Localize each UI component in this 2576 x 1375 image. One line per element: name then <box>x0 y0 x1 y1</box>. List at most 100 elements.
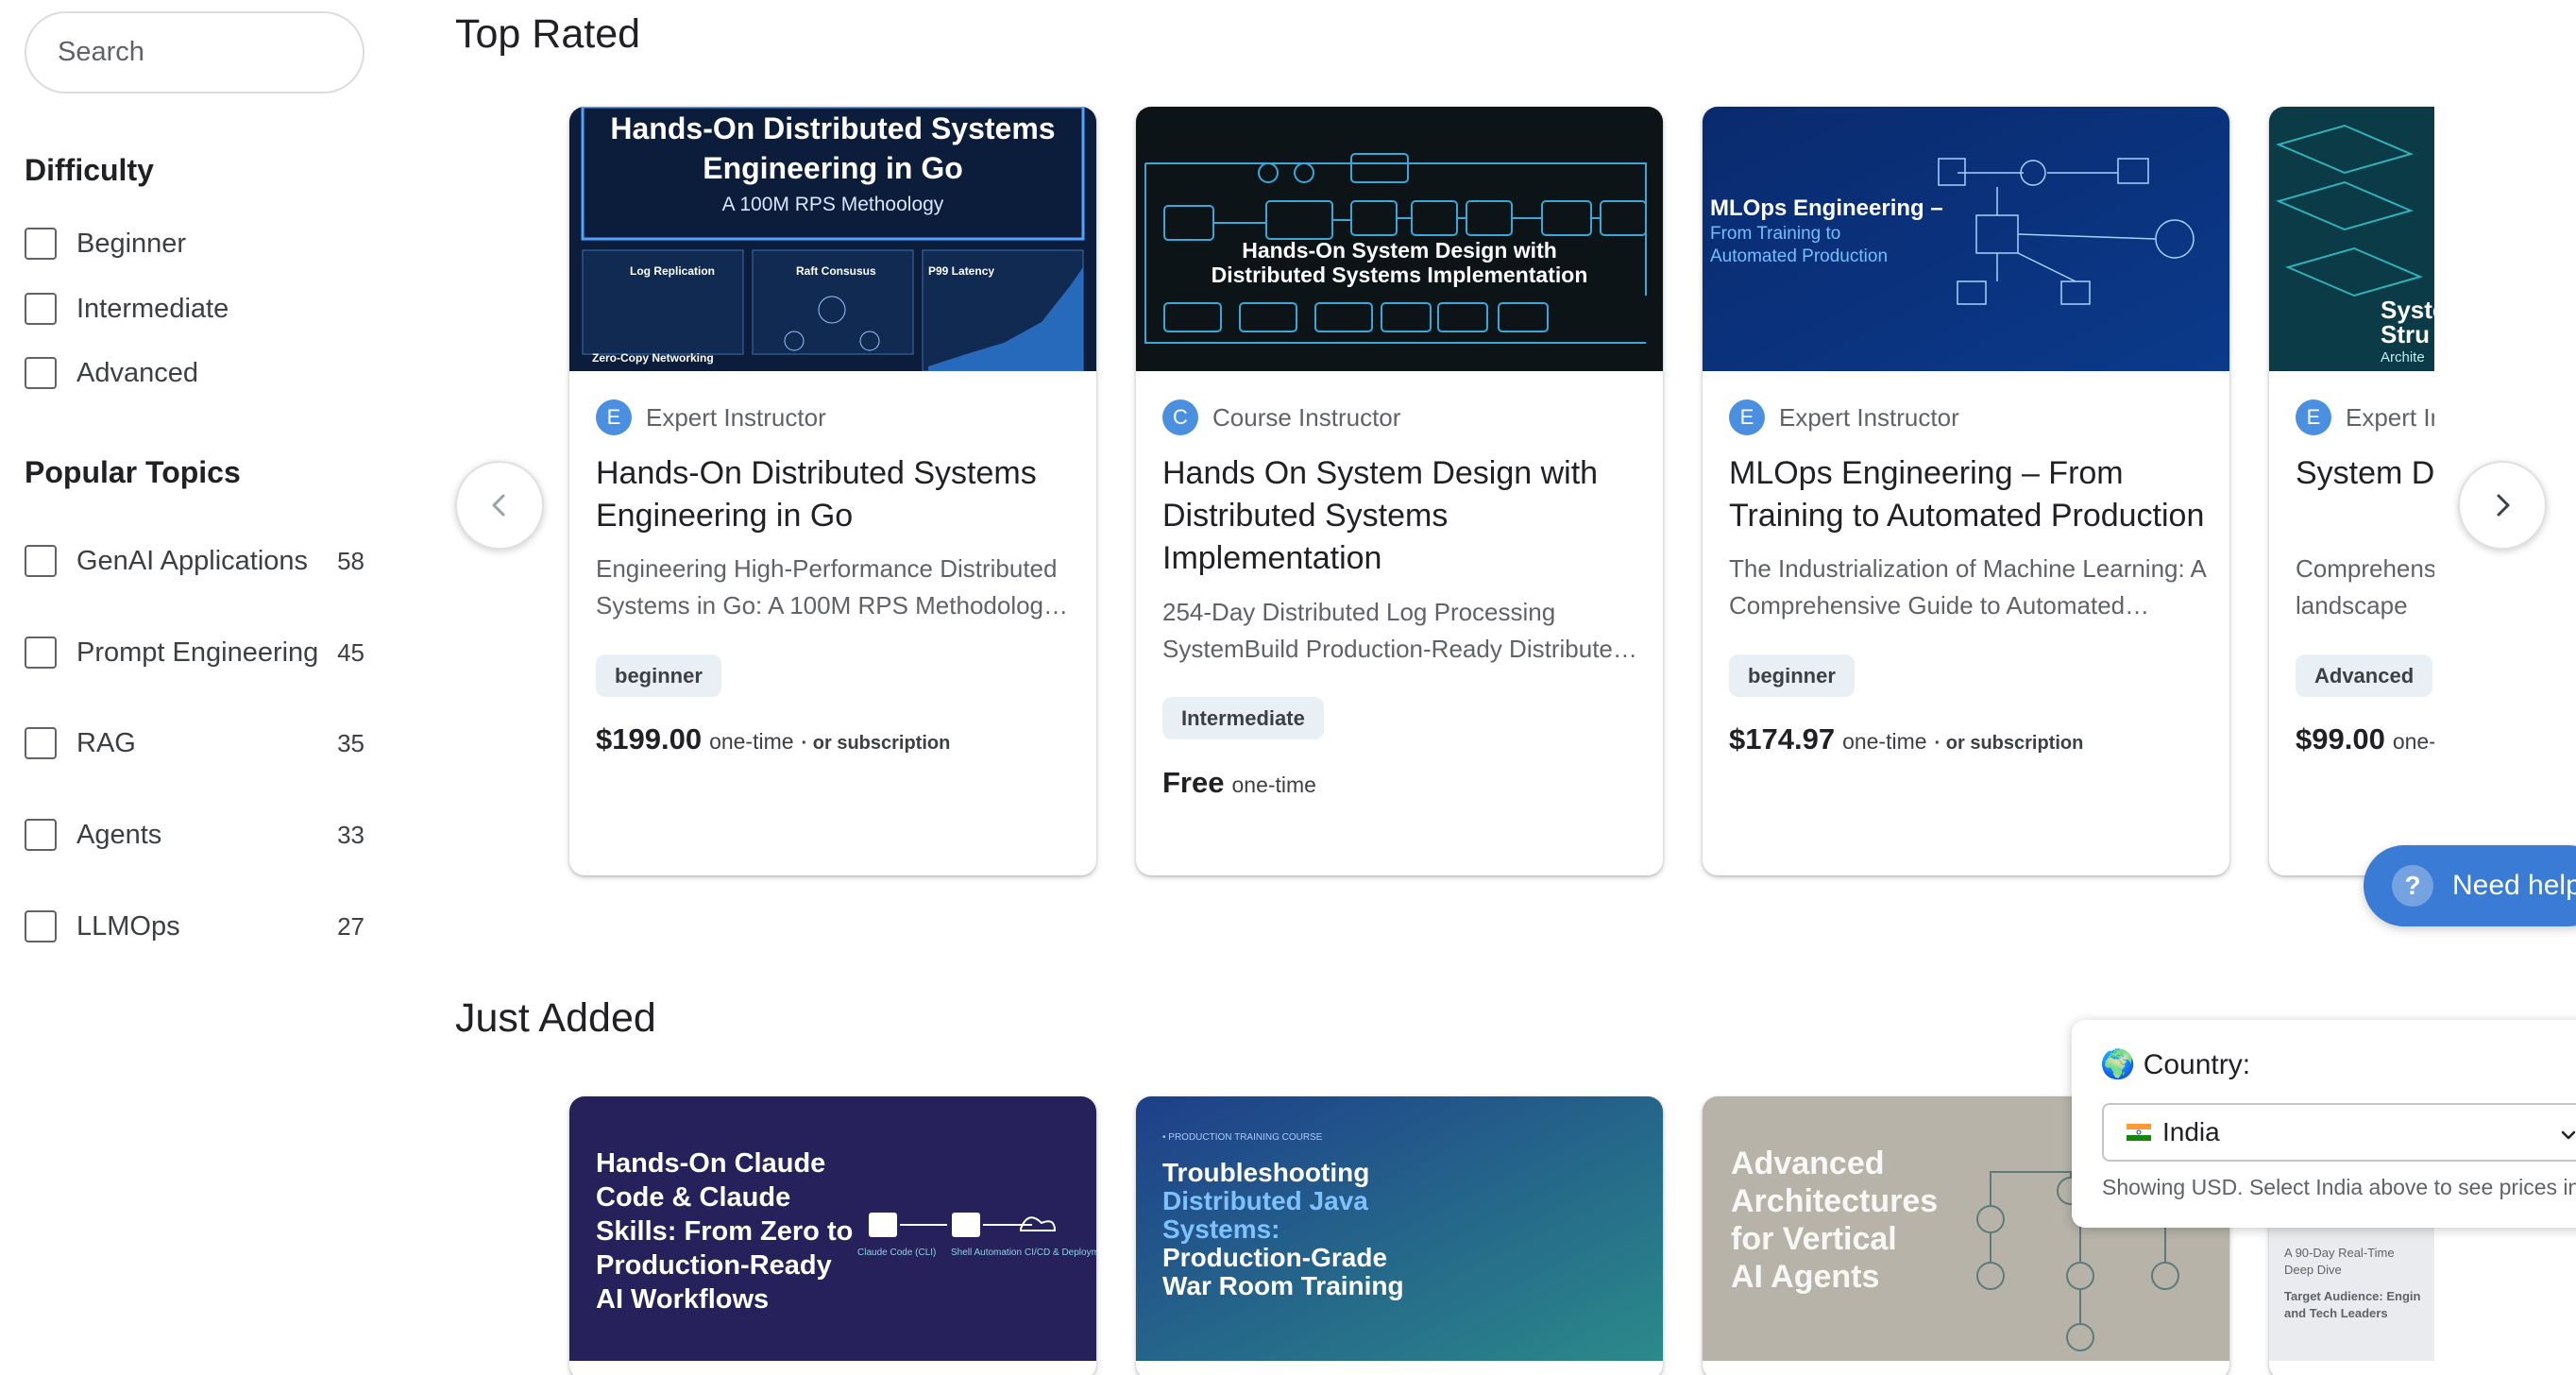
thumb-line-5: AI Workflows <box>596 1284 769 1315</box>
level-badge: beginner <box>596 654 721 697</box>
course-card[interactable]: Hands-On Claude Code & Claude Skills: Fr… <box>569 1096 1096 1375</box>
topic-label: RAG <box>76 727 136 758</box>
checkbox[interactable] <box>25 910 57 942</box>
avatar: C <box>1162 399 1198 435</box>
thumb-panel-2: Raft Consusus <box>796 264 876 278</box>
instructor-name: Expert Instructor <box>646 402 826 432</box>
instructor-name: Expert Instructor <box>2346 402 2434 432</box>
filter-intermediate[interactable]: Intermediate <box>25 290 364 328</box>
level-badge: beginner <box>1729 654 1855 697</box>
selected-country: India <box>2162 1117 2220 1146</box>
instructor: C Course Instructor <box>1162 399 1400 435</box>
checkbox[interactable] <box>25 637 57 669</box>
topic-label: GenAI Applications <box>76 545 309 576</box>
thumb-footer: Zero-Copy Networking <box>592 351 714 365</box>
thumb-step-3: CI/CD & Deployment <box>1025 1248 1096 1258</box>
thumb-line-2: Code & Claude <box>596 1182 790 1213</box>
country-label: 🌍 Country: <box>2100 1049 2251 1080</box>
course-thumbnail: Hands-On Claude Code & Claude Skills: Fr… <box>569 1096 1096 1361</box>
price: $99.00 <box>2296 722 2385 755</box>
checkbox[interactable] <box>25 727 57 759</box>
chevron-down-icon <box>2561 1130 2576 1140</box>
thumb-title-1: Hands-On Distributed Systems <box>610 111 1055 145</box>
topic-agents[interactable]: Agents 33 <box>25 816 364 854</box>
course-thumbnail: Hands-On Distributed Systems Engineering… <box>569 107 1096 371</box>
course-card[interactable]: Hands-On System Design with Distributed … <box>1136 107 1663 875</box>
course-description: Comprehensive guide to the Competitive l… <box>2296 554 2434 620</box>
topic-label: LLMOps <box>76 910 180 942</box>
topic-genai-applications[interactable]: GenAI Applications 58 <box>25 542 364 580</box>
thumb-line-2: Distributed Java <box>1162 1186 1368 1215</box>
thumb-line-2: Deep Dive <box>2284 1263 2342 1277</box>
thumb-line-1: Advanced <box>1731 1146 1885 1181</box>
checkbox[interactable] <box>25 357 57 389</box>
thumb-title-1: MLOps Engineering – <box>1710 195 1943 221</box>
topic-count: 58 <box>337 546 364 575</box>
course-description: Engineering High-Performance Distributed… <box>596 554 1058 620</box>
top-rated-carousel: Hands-On Distributed Systems Engineering… <box>565 104 2453 888</box>
course-title[interactable]: System Design & Data Structures <box>2296 452 2434 495</box>
thumb-line-4: AI Agents <box>1731 1259 1879 1295</box>
topic-count: 27 <box>337 911 364 941</box>
course-card[interactable]: Syste Stru Archite E Expert Instructor S… <box>2269 107 2434 875</box>
thumb-line-3: for Vertical <box>1731 1221 1897 1257</box>
thumb-line-3: Systems: <box>1162 1214 1280 1244</box>
filter-beginner[interactable]: Beginner <box>25 225 364 263</box>
country-select[interactable]: India <box>2102 1103 2576 1162</box>
course-card[interactable]: MLOps Engineering – From Training to Aut… <box>1703 107 2229 875</box>
course-card[interactable]: • PRODUCTION TRAINING COURSE Troubleshoo… <box>1136 1096 1663 1375</box>
instructor-name: Expert Instructor <box>1779 402 1959 432</box>
checkbox[interactable] <box>25 228 57 260</box>
need-help-button[interactable]: ? Need help? <box>2364 845 2576 926</box>
price-type: one-time <box>1231 772 1316 797</box>
topic-count: 45 <box>337 637 364 667</box>
thumb-title-1: Hands-On System Design with <box>1242 238 1557 263</box>
topic-rag[interactable]: RAG 35 <box>25 724 364 762</box>
topic-llmops[interactable]: LLMOps 27 <box>25 908 364 945</box>
course-title[interactable]: Hands-On Distributed Systems Engineering… <box>596 452 1077 537</box>
price-row: Free one-time <box>1162 766 1316 800</box>
avatar: E <box>2296 399 2331 435</box>
topic-label: Prompt Engineering <box>76 637 319 668</box>
checkbox[interactable] <box>25 293 57 325</box>
thumb-title-2: Engineering in Go <box>703 151 963 185</box>
filter-label: Intermediate <box>76 293 229 324</box>
thumb-line-4: and Tech Leaders <box>2284 1306 2388 1320</box>
thumb-line-1: A 90-Day Real-Time <box>2284 1246 2395 1260</box>
topic-prompt-engineering[interactable]: Prompt Engineering 45 <box>25 634 364 671</box>
course-card[interactable]: Hands-On Distributed Systems Engineering… <box>569 107 1096 875</box>
thumb-line-4: Production-Ready <box>596 1250 832 1281</box>
filter-advanced[interactable]: Advanced <box>25 354 364 392</box>
carousel-next-button[interactable] <box>2458 461 2547 550</box>
price-subscription: · or subscription <box>801 733 951 754</box>
search-input[interactable] <box>25 11 364 93</box>
chevron-right-icon <box>2497 494 2510 517</box>
thumb-title-2: Distributed Systems Implementation <box>1212 263 1588 287</box>
topic-count: 33 <box>337 820 364 849</box>
carousel-prev-button[interactable] <box>455 461 544 550</box>
thumb-title-3: Archite <box>2381 349 2425 365</box>
currency-note: Showing USD. Select India above to see p… <box>2102 1175 2576 1199</box>
instructor: E Expert Instructor <box>596 399 826 435</box>
question-icon: ? <box>2392 865 2433 907</box>
price-row: $99.00 one-time <box>2296 722 2434 756</box>
thumb-line-3: Skills: From Zero to <box>596 1216 853 1247</box>
thumb-panel-1: Log Replication <box>630 264 715 278</box>
price: Free <box>1162 766 1225 799</box>
filter-label: Advanced <box>76 357 198 388</box>
price-type: one-time <box>2392 729 2434 754</box>
level-badge: Intermediate <box>1162 697 1324 739</box>
instructor: E Expert Instructor <box>2296 399 2434 435</box>
price-type: one-time <box>709 729 794 754</box>
checkbox[interactable] <box>25 545 57 577</box>
thumb-line-3: Target Audience: Engin <box>2284 1289 2421 1303</box>
course-thumbnail: Syste Stru Archite <box>2269 107 2434 371</box>
course-title[interactable]: Hands On System Design with Distributed … <box>1162 452 1644 580</box>
course-description: The Industrialization of Machine Learnin… <box>1729 554 2206 620</box>
filter-label: Beginner <box>76 228 187 259</box>
help-label: Need help? <box>2452 870 2576 901</box>
checkbox[interactable] <box>25 819 57 851</box>
top-rated-heading: Top Rated <box>455 11 641 57</box>
course-description: 254-Day Distributed Log Processing Syste… <box>1162 598 1627 663</box>
course-title[interactable]: MLOps Engineering – From Training to Aut… <box>1729 452 2211 537</box>
